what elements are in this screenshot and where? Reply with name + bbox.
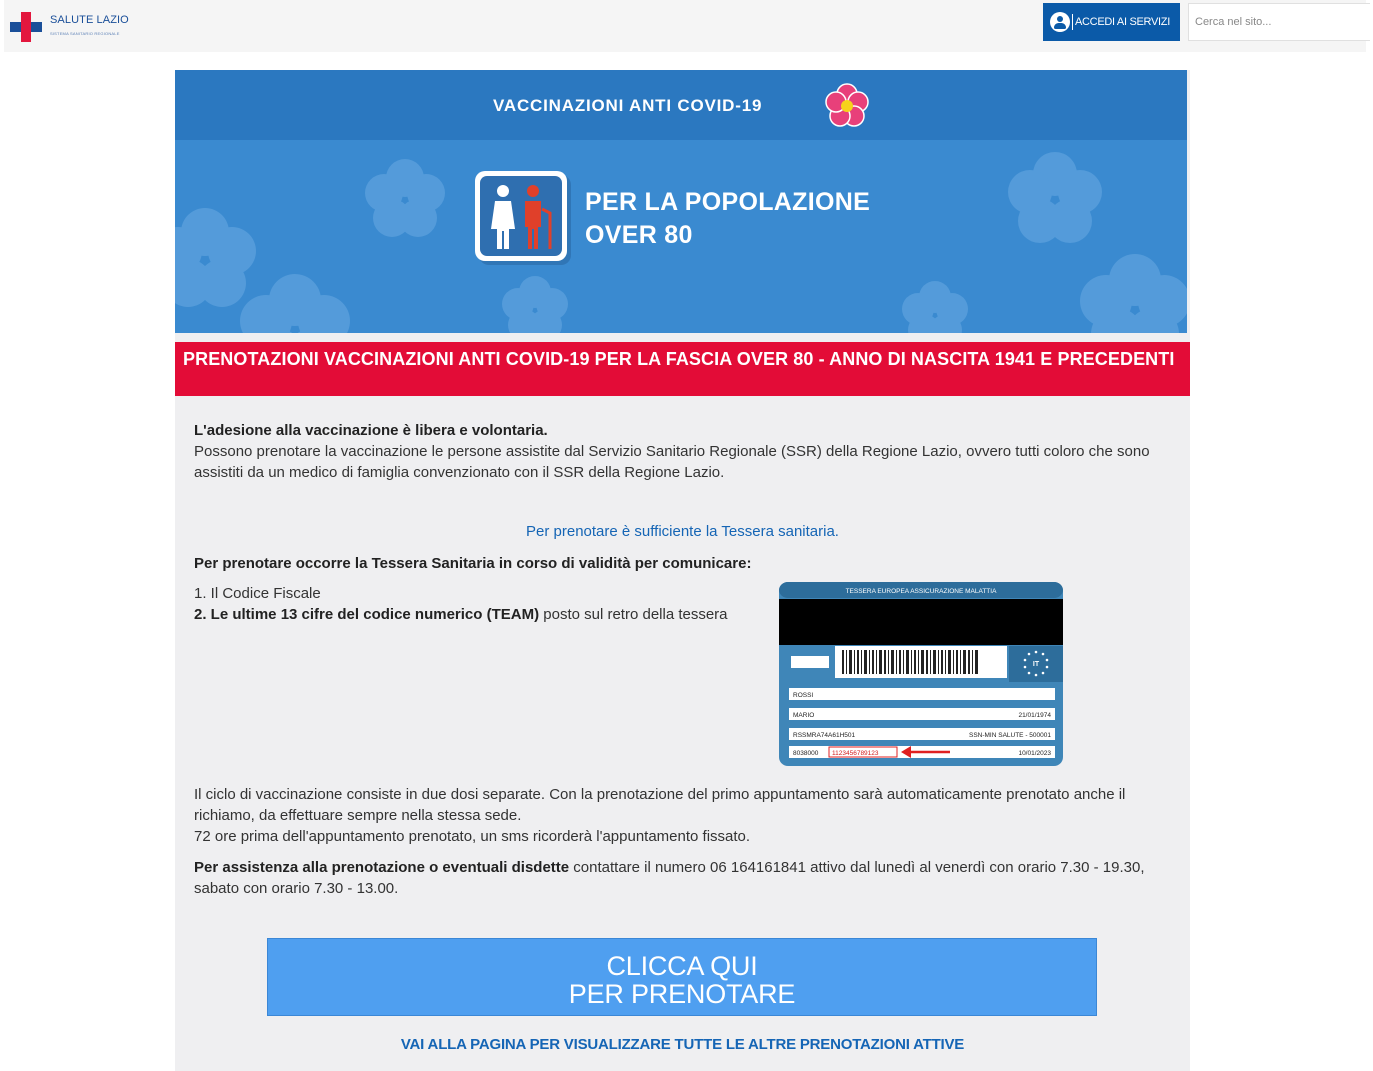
banner-headline-line1: PER LA POPOLAZIONE	[585, 188, 871, 216]
section-title: PRENOTAZIONI VACCINAZIONI ANTI COVID-19 …	[175, 342, 1190, 396]
salute-lazio-logo[interactable]: SALUTE LAZIO SISTEMA SANITARIO REGIONALE	[10, 12, 150, 42]
sms-text: 72 ore prima dell'appuntamento prenotato…	[194, 828, 751, 845]
elderly-couple-icon	[475, 171, 571, 265]
cycle-text: Il ciclo di vaccinazione consiste in due…	[194, 786, 1126, 824]
search-input[interactable]	[1188, 3, 1370, 41]
book-now-button[interactable]: CLICCA QUI PER PRENOTARE	[267, 938, 1097, 1016]
tessera-note: Per prenotare è sufficiente la Tessera s…	[526, 523, 839, 540]
health-card-image: TESSERA EUROPEA ASSICURAZIONE MALATTIA I…	[779, 582, 1063, 766]
top-bar: SALUTE LAZIO SISTEMA SANITARIO REGIONALE…	[4, 0, 1370, 52]
access-services-button[interactable]: ACCEDI AI SERVIZI	[1043, 3, 1180, 41]
card-expiry: 10/01/2023	[1018, 750, 1051, 757]
card-institution: SSN-MIN SALUTE - 500001	[969, 732, 1051, 739]
card-header-text: TESSERA EUROPEA ASSICURAZIONE MALATTIA	[846, 588, 998, 595]
card-id-highlight: 1123456789123	[832, 750, 879, 757]
step-2: 2. Le ultime 13 cifre del codice numeric…	[194, 604, 794, 625]
flower-icon	[825, 83, 869, 127]
all-bookings-link[interactable]: VAI ALLA PAGINA PER VISUALIZZARE TUTTE L…	[175, 1036, 1190, 1053]
card-fiscal-code: RSSMRA74A61H501	[793, 732, 856, 739]
step-2-rest: posto sul retro della tessera	[539, 606, 728, 623]
requirement-text: Per prenotare occorre la Tessera Sanitar…	[194, 555, 752, 572]
card-name: MARIO	[793, 712, 814, 719]
assistance-bold: Per assistenza alla prenotazione o event…	[194, 859, 570, 876]
cycle-paragraph: Il ciclo di vaccinazione consiste in due…	[194, 784, 1184, 847]
step-1: 1. Il Codice Fiscale	[194, 585, 321, 602]
steps-list: 1. Il Codice Fiscale 2. Le ultime 13 cif…	[194, 583, 794, 625]
card-id-prefix: 8038000	[793, 750, 819, 757]
book-now-line1: CLICCA QUI	[606, 951, 758, 981]
card-surname: ROSSI	[793, 692, 813, 699]
button-divider	[1072, 14, 1073, 30]
red-cross-icon	[10, 12, 42, 42]
book-now-line2: PER PRENOTARE	[568, 979, 796, 1009]
card-country: IT	[1033, 661, 1040, 668]
vaccination-banner: VACCINAZIONI ANTI COVID-19 PER LA POPOLA…	[175, 70, 1187, 333]
banner-headline-line2: OVER 80	[585, 221, 693, 249]
assistance-paragraph: Per assistenza alla prenotazione o event…	[194, 857, 1184, 899]
logo-subtitle: SISTEMA SANITARIO REGIONALE	[50, 31, 120, 36]
card-birth-date: 21/01/1974	[1018, 712, 1051, 719]
step-2-bold: 2. Le ultime 13 cifre del codice numeric…	[194, 606, 540, 623]
banner-headline: PER LA POPOLAZIONE OVER 80	[585, 186, 870, 252]
access-services-label: ACCEDI AI SERVIZI	[1075, 16, 1170, 28]
user-icon	[1050, 12, 1070, 32]
main-content: VACCINAZIONI ANTI COVID-19 PER LA POPOLA…	[175, 70, 1190, 1071]
banner-title: VACCINAZIONI ANTI COVID-19	[493, 96, 763, 115]
logo-title: SALUTE LAZIO	[50, 14, 129, 26]
intro-paragraph: L'adesione alla vaccinazione è libera e …	[194, 420, 1184, 483]
intro-bold-text: L'adesione alla vaccinazione è libera e …	[194, 422, 548, 439]
intro-text: Possono prenotare la vaccinazione le per…	[194, 443, 1150, 481]
